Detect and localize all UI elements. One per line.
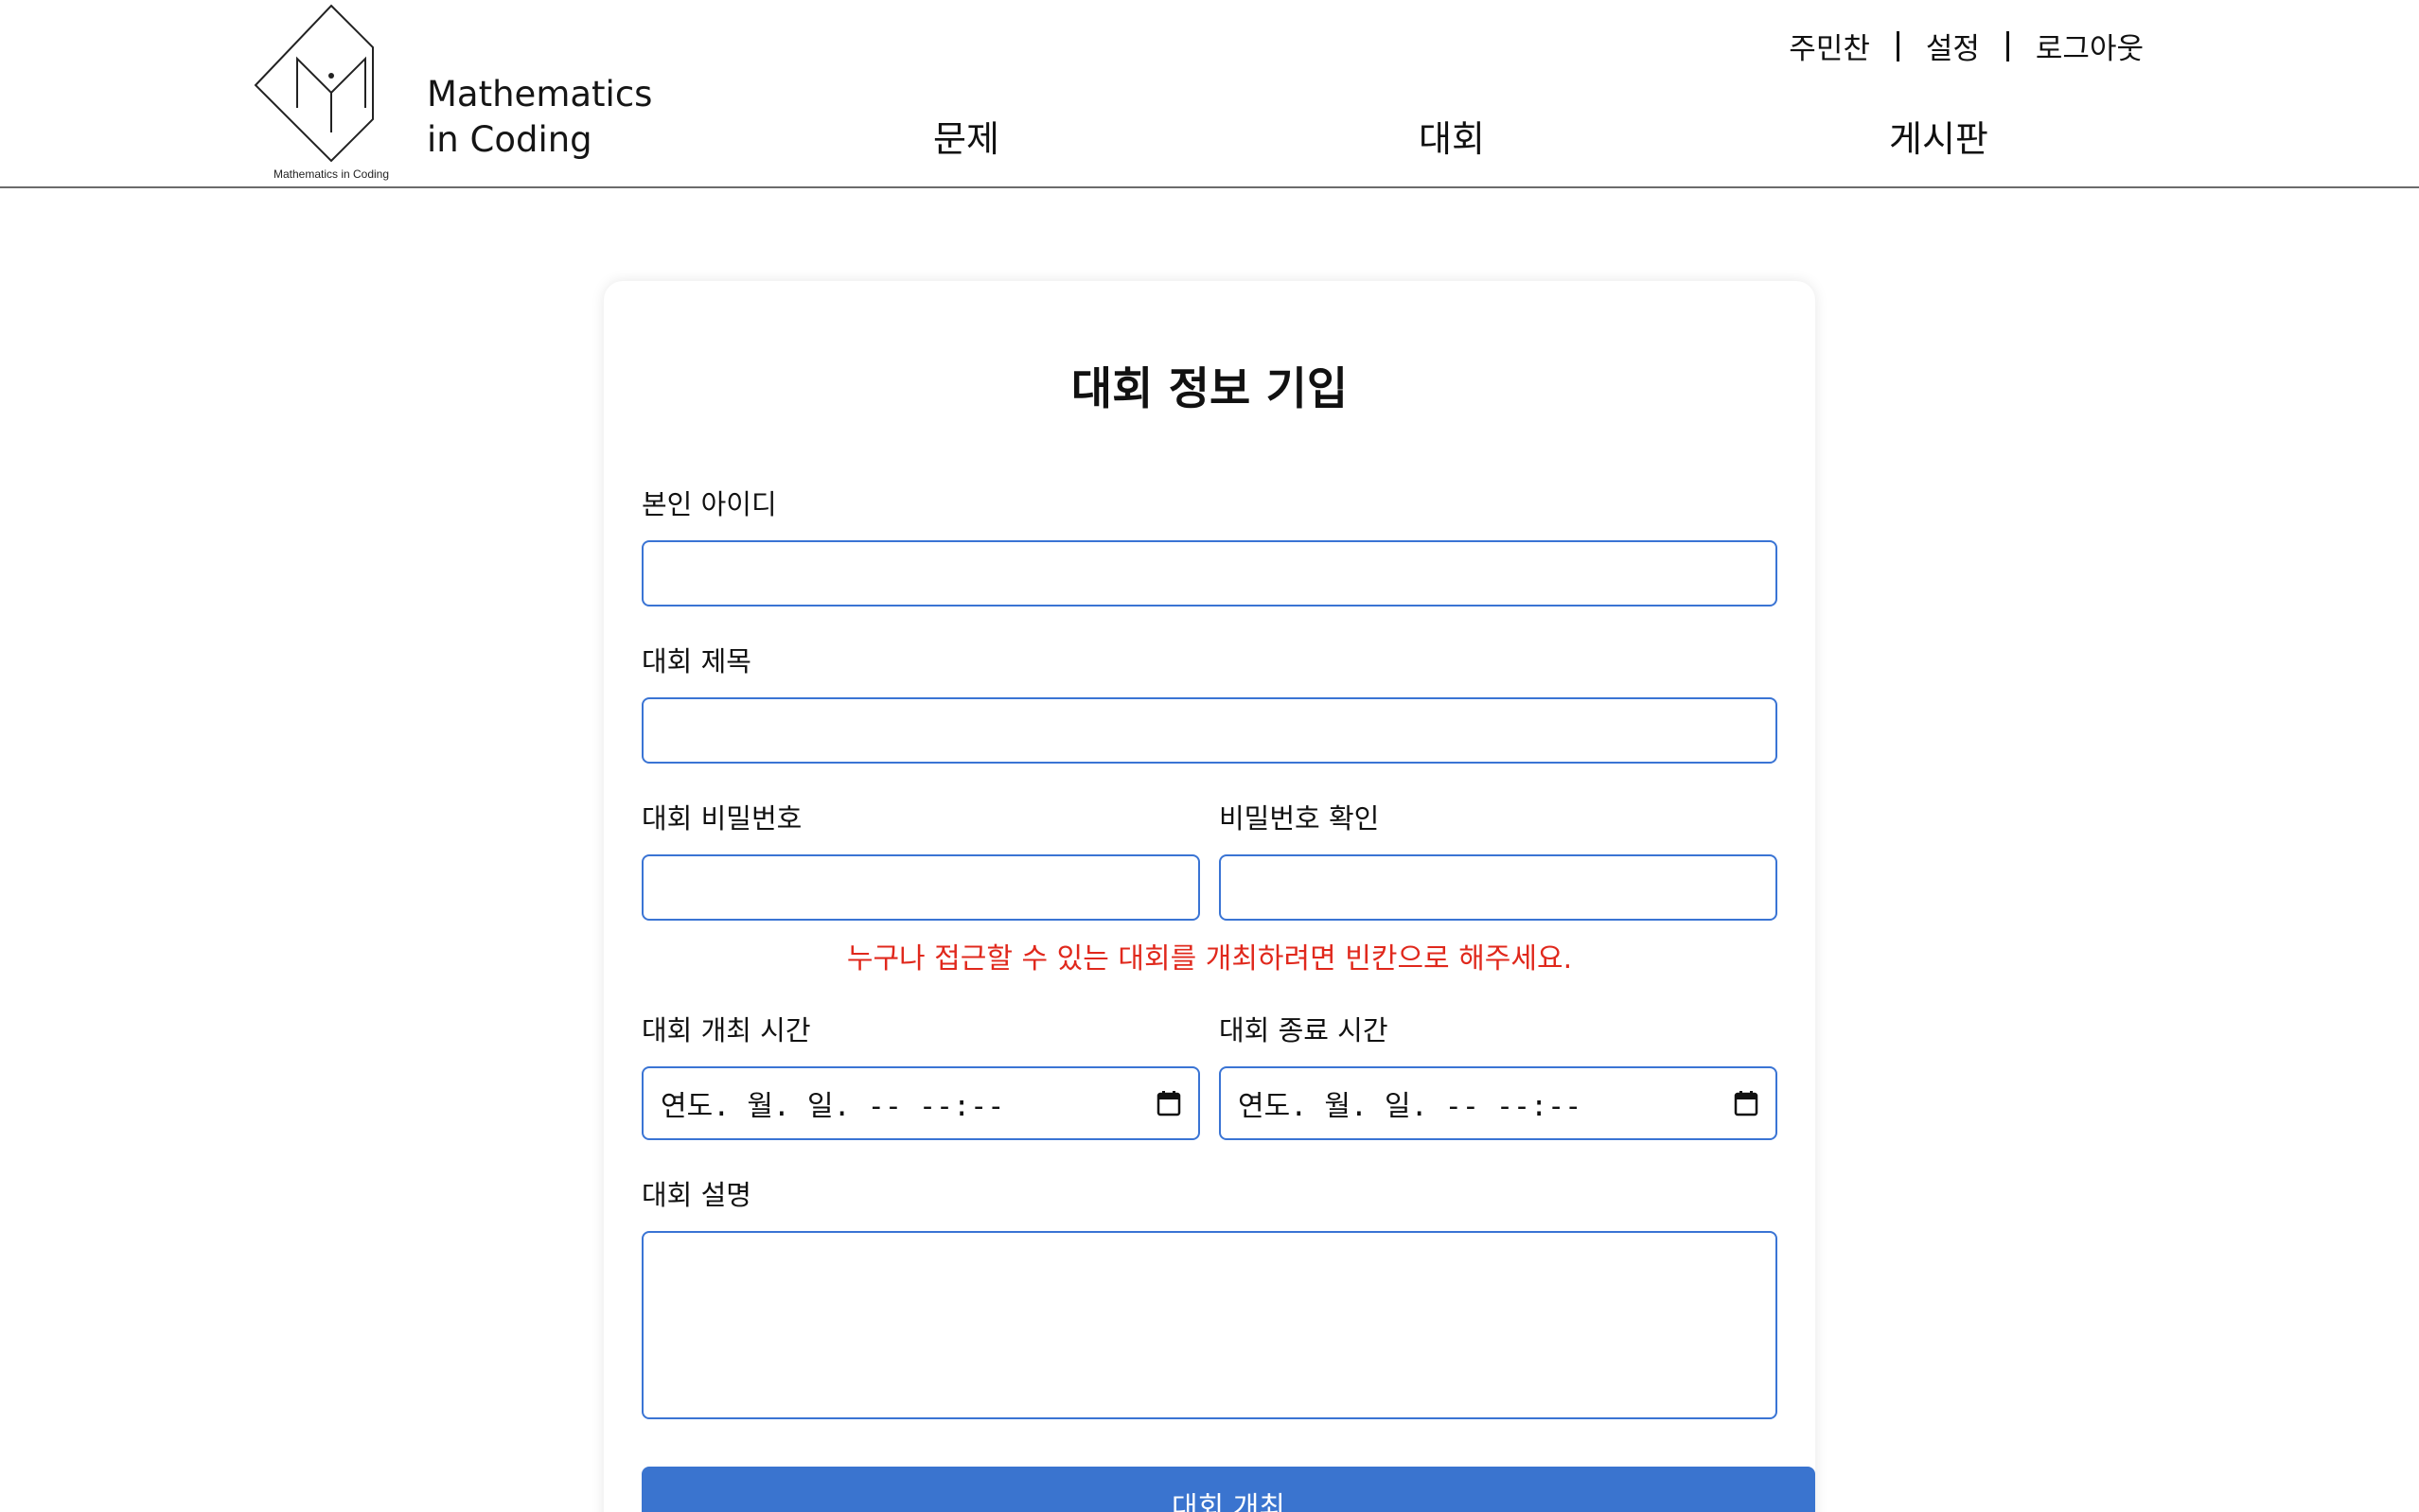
start-time-label: 대회 개최 시간 xyxy=(642,1014,811,1046)
nav-contests[interactable]: 대회 xyxy=(1419,110,1485,162)
form-title: 대회 정보 기입 xyxy=(1070,363,1349,415)
brand-line-1: Mathematics xyxy=(427,74,653,114)
password-label: 대회 비밀번호 xyxy=(642,802,803,835)
nav-separator xyxy=(1896,30,1899,62)
password-confirm-label: 비밀번호 확인 xyxy=(1219,802,1380,835)
end-time-label: 대회 종료 시간 xyxy=(1219,1014,1388,1046)
end-time-input[interactable]: 연도. 월. 일. -- --:-- xyxy=(1219,1066,1777,1140)
calendar-icon[interactable] xyxy=(1157,1090,1181,1116)
start-time-placeholder: 연도. 월. 일. -- --:-- xyxy=(661,1090,1005,1123)
nav-board[interactable]: 게시판 xyxy=(1889,110,1988,162)
site-logo[interactable]: Mathematics in Coding xyxy=(254,4,401,182)
start-time-input[interactable]: 연도. 월. 일. -- --:-- xyxy=(642,1066,1200,1140)
end-time-placeholder: 연도. 월. 일. -- --:-- xyxy=(1238,1090,1582,1123)
user-id-label: 본인 아이디 xyxy=(642,488,777,520)
nav-problems[interactable]: 문제 xyxy=(933,110,999,162)
contest-title-input[interactable] xyxy=(642,697,1777,764)
user-id-input[interactable] xyxy=(642,540,1777,607)
calendar-icon[interactable] xyxy=(1734,1090,1758,1116)
brand-line-2: in Coding xyxy=(427,119,592,160)
brand-name[interactable]: Mathematics in Coding xyxy=(427,72,652,163)
password-confirm-input[interactable] xyxy=(1219,854,1777,921)
logo-diamond-icon: Mathematics in Coding xyxy=(254,4,389,181)
logout-link[interactable]: 로그아웃 xyxy=(2036,25,2144,67)
logo-caption: Mathematics in Coding xyxy=(274,167,389,181)
user-profile-link[interactable]: 주민찬 xyxy=(1789,25,1870,67)
description-textarea[interactable] xyxy=(642,1231,1777,1419)
page: Mathematics in Coding Mathematics in Cod… xyxy=(0,0,2419,1512)
description-label: 대회 설명 xyxy=(642,1179,751,1211)
user-nav: 주민찬 설정 로그아웃 xyxy=(1789,25,2144,67)
password-hint-warning: 누구나 접근할 수 있는 대회를 개최하려면 빈칸으로 해주세요. xyxy=(846,942,1573,976)
submit-contest-button[interactable]: 대회 개최 xyxy=(642,1467,1815,1512)
nav-separator xyxy=(2005,30,2009,62)
site-header: Mathematics in Coding Mathematics in Cod… xyxy=(0,0,2419,188)
contest-title-label: 대회 제목 xyxy=(642,645,751,677)
settings-link[interactable]: 설정 xyxy=(1926,25,1980,67)
password-input[interactable] xyxy=(642,854,1200,921)
